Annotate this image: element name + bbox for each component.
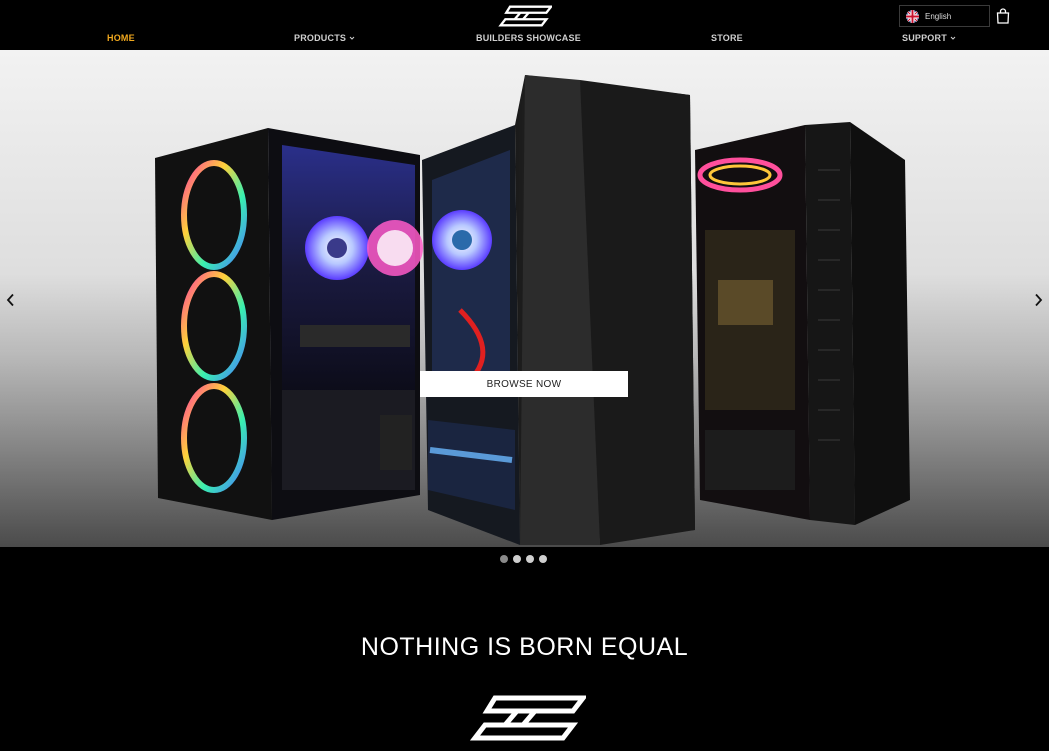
- chevron-down-icon: [950, 36, 956, 40]
- tagline-heading: NOTHING IS BORN EQUAL: [360, 633, 689, 661]
- hero-pc-cases-image: [0, 75, 1049, 547]
- nav-item-label: STORE: [711, 33, 743, 43]
- middle-case: [422, 75, 695, 545]
- browse-now-button[interactable]: BROWSE NOW: [420, 371, 628, 397]
- chevron-down-icon: [349, 36, 355, 40]
- nav-item-products[interactable]: PRODUCTS: [294, 33, 355, 43]
- slider-dot-2[interactable]: [513, 555, 521, 563]
- nav-item-label: BUILDERS SHOWCASE: [476, 33, 581, 43]
- slider-dot-3[interactable]: [526, 555, 534, 563]
- slider-dot-4[interactable]: [539, 555, 547, 563]
- slider-next-arrow-icon[interactable]: [1032, 293, 1044, 307]
- language-label: English: [925, 11, 952, 21]
- site-header: English HOME PRODUCTS BUILDERS SHOWCASE …: [0, 0, 1049, 50]
- brand-logo-large: [469, 695, 586, 741]
- nav-item-home[interactable]: HOME: [107, 33, 135, 43]
- uk-flag-icon: [906, 9, 919, 23]
- main-nav: HOME PRODUCTS BUILDERS SHOWCASE STORE SU…: [0, 33, 1049, 47]
- slider-prev-arrow-icon[interactable]: [5, 293, 17, 307]
- nav-item-builders-showcase[interactable]: BUILDERS SHOWCASE: [476, 33, 581, 43]
- nav-item-label: SUPPORT: [902, 33, 947, 43]
- nav-item-support[interactable]: SUPPORT: [902, 33, 956, 43]
- language-selector[interactable]: English: [899, 5, 990, 27]
- nav-item-label: PRODUCTS: [294, 33, 347, 43]
- right-case: [695, 122, 910, 525]
- shopping-bag-icon[interactable]: [996, 8, 1010, 24]
- slider-dot-1[interactable]: [500, 555, 508, 563]
- slider-pagination: [500, 555, 547, 563]
- brand-logo[interactable]: [496, 4, 552, 28]
- hero-slider: BROWSE NOW: [0, 50, 1049, 547]
- nav-item-label: HOME: [107, 33, 135, 43]
- left-case: [155, 128, 423, 520]
- nav-item-store[interactable]: STORE: [711, 33, 743, 43]
